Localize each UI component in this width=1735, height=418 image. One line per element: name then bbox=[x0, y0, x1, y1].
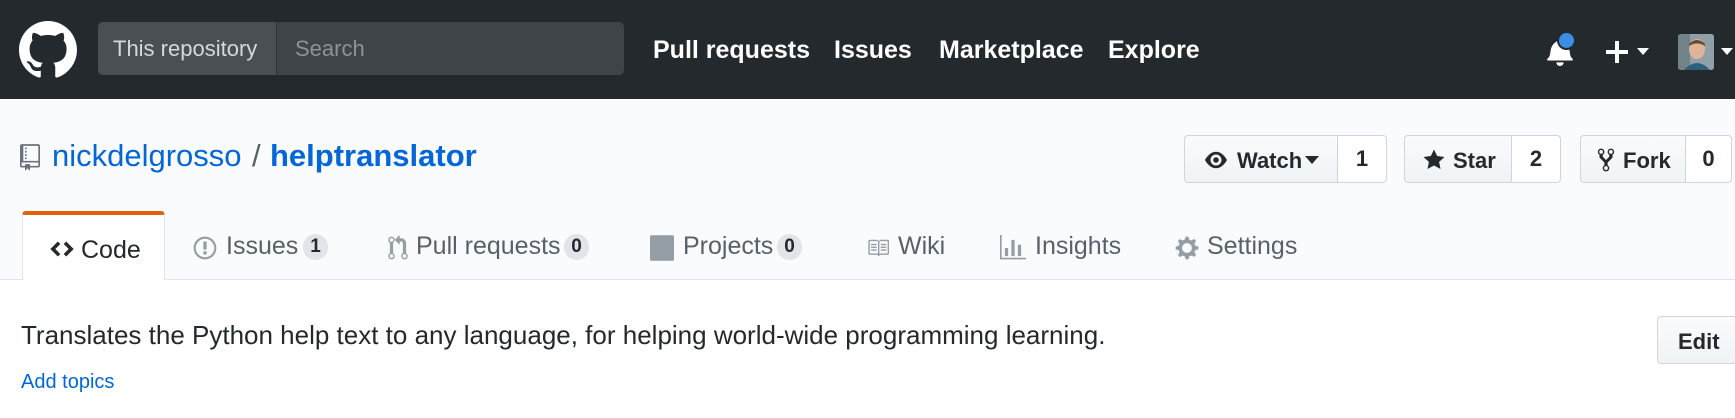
avatar[interactable] bbox=[1678, 34, 1714, 70]
tab-insights-label: Insights bbox=[1035, 232, 1122, 260]
tab-issues[interactable]: Issues 1 bbox=[193, 211, 343, 280]
add-topics-link[interactable]: Add topics bbox=[21, 371, 114, 394]
star-icon bbox=[1423, 149, 1445, 169]
notification-indicator bbox=[1557, 31, 1576, 50]
avatar-chevron-down-icon[interactable] bbox=[1721, 48, 1733, 55]
tab-insights[interactable]: Insights bbox=[1000, 211, 1130, 280]
tab-code-label: Code bbox=[81, 236, 141, 264]
issue-icon bbox=[193, 236, 217, 260]
repo-owner-link[interactable]: nickdelgrosso bbox=[52, 138, 242, 174]
star-label: Star bbox=[1453, 148, 1496, 173]
tab-issues-label: Issues bbox=[226, 232, 299, 260]
tab-settings[interactable]: Settings bbox=[1175, 211, 1315, 280]
tab-code[interactable]: Code bbox=[22, 211, 165, 280]
chevron-down-icon[interactable] bbox=[1637, 48, 1649, 55]
pull-request-icon bbox=[388, 235, 408, 260]
path-separator: / bbox=[252, 138, 261, 173]
gear-icon bbox=[1175, 236, 1199, 260]
edit-label: Edit bbox=[1678, 329, 1720, 354]
repo-icon bbox=[20, 144, 40, 171]
star-button[interactable]: Star bbox=[1404, 135, 1512, 183]
fork-button[interactable]: Fork bbox=[1580, 135, 1686, 183]
plus-icon[interactable] bbox=[1605, 40, 1629, 64]
repo-description: Translates the Python help text to any l… bbox=[21, 320, 1106, 350]
code-icon bbox=[50, 241, 74, 257]
watch-label: Watch bbox=[1237, 148, 1303, 173]
github-logo-icon[interactable] bbox=[19, 21, 77, 79]
eye-icon bbox=[1205, 151, 1227, 169]
graph-icon bbox=[1000, 235, 1026, 260]
issues-counter: 1 bbox=[303, 234, 328, 260]
watch-button[interactable]: Watch bbox=[1184, 135, 1338, 183]
global-header: This repository Pull requests Issues Mar… bbox=[0, 0, 1735, 99]
tab-wiki-label: Wiki bbox=[898, 232, 946, 260]
search-scope-label: This repository bbox=[98, 22, 277, 75]
fork-label: Fork bbox=[1623, 148, 1671, 173]
repo-name-link[interactable]: helptranslator bbox=[270, 138, 477, 174]
tab-wiki[interactable]: Wiki bbox=[865, 211, 965, 280]
tab-settings-label: Settings bbox=[1207, 232, 1298, 260]
nav-marketplace[interactable]: Marketplace bbox=[939, 35, 1084, 65]
pull-requests-counter: 0 bbox=[564, 234, 589, 260]
edit-description-button[interactable]: Edit bbox=[1657, 316, 1735, 364]
project-icon bbox=[650, 235, 674, 261]
fork-count[interactable]: 0 bbox=[1686, 135, 1732, 183]
star-count[interactable]: 2 bbox=[1512, 135, 1561, 183]
nav-issues[interactable]: Issues bbox=[834, 35, 912, 65]
watch-count[interactable]: 1 bbox=[1338, 135, 1387, 183]
tab-projects-label: Projects bbox=[683, 232, 774, 260]
nav-explore[interactable]: Explore bbox=[1108, 35, 1200, 65]
tab-pull-requests-label: Pull requests bbox=[416, 232, 561, 260]
watch-chevron-down-icon bbox=[1305, 156, 1319, 164]
search-input[interactable] bbox=[278, 22, 624, 75]
tab-pull-requests[interactable]: Pull requests 0 bbox=[388, 211, 598, 280]
projects-counter: 0 bbox=[777, 234, 802, 260]
tab-projects[interactable]: Projects 0 bbox=[650, 211, 810, 280]
book-icon bbox=[868, 239, 889, 257]
nav-pull-requests[interactable]: Pull requests bbox=[653, 35, 810, 65]
fork-icon bbox=[1597, 148, 1615, 172]
search-box: This repository bbox=[98, 22, 624, 75]
